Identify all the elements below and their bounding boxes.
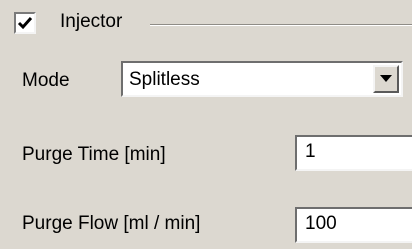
purge-time-input[interactable]: 1 bbox=[295, 135, 412, 171]
injector-group-header: Injector bbox=[8, 8, 412, 34]
checkmark-icon bbox=[17, 17, 33, 30]
chevron-down-icon bbox=[380, 75, 392, 82]
purge-time-label: Purge Time [min] bbox=[22, 144, 166, 165]
purge-flow-label: Purge Flow [ml / min] bbox=[22, 213, 201, 234]
purge-flow-input[interactable]: 100 bbox=[295, 207, 412, 243]
group-divider bbox=[150, 24, 412, 26]
mode-select-value: Splitless bbox=[129, 69, 200, 90]
injector-group-title: Injector bbox=[60, 11, 131, 33]
mode-select[interactable]: Splitless bbox=[121, 61, 403, 97]
mode-label: Mode bbox=[22, 70, 70, 91]
mode-dropdown-button[interactable] bbox=[373, 65, 399, 93]
injector-enable-checkbox[interactable] bbox=[14, 12, 36, 34]
